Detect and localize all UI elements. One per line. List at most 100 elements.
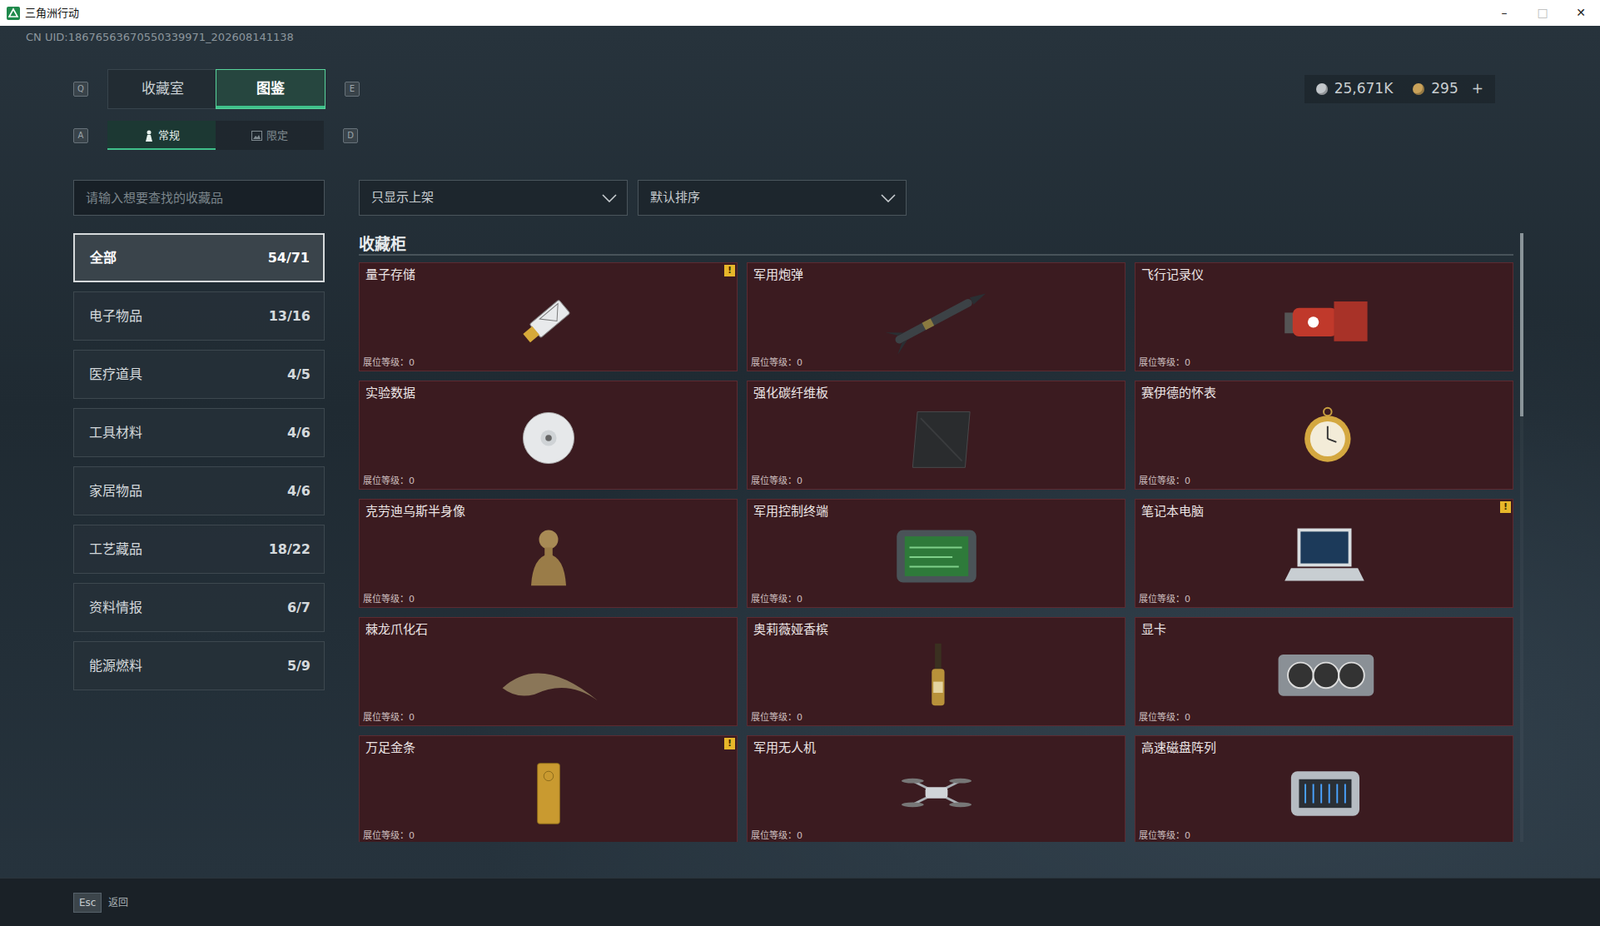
sub-tabs: A 常规 限定 D: [0, 120, 1600, 150]
category-label: 医疗道具: [89, 364, 143, 385]
app-logo-icon: [6, 6, 20, 20]
next-subtab-key[interactable]: D: [342, 128, 358, 144]
window-controls: –□✕: [1485, 0, 1600, 26]
sub-tab[interactable]: 限定: [215, 120, 324, 150]
sidebar-item[interactable]: 电子物品13/16: [73, 291, 325, 341]
item-level: 展位等级：0: [747, 829, 1125, 842]
collection-item[interactable]: 克劳迪乌斯半身像展位等级：0: [358, 498, 738, 608]
next-tab-key[interactable]: E: [344, 81, 360, 97]
item-name: 高速磁盘阵列: [1135, 735, 1513, 756]
collection-panel: 收藏柜 量子存储展位等级：0!军用炮弹展位等级：0飞行记录仪展位等级：0 实验数据…: [358, 233, 1514, 842]
category-count: 4/6: [287, 422, 311, 443]
scrollbar-thumb[interactable]: [1520, 233, 1524, 417]
collection-item[interactable]: 军用炮弹展位等级：0: [746, 262, 1126, 372]
silver-coin-icon: [1316, 83, 1328, 95]
window-title: 三角洲行动: [24, 4, 80, 22]
main-tabs: Q 收藏室 图鉴 E: [73, 69, 360, 110]
title-bar: 三角洲行动 –□✕: [0, 0, 1600, 26]
item-level: 展位等级：0: [359, 710, 737, 726]
item-name: 显卡: [1135, 617, 1513, 638]
collection-item[interactable]: 笔记本电脑展位等级：0!: [1134, 498, 1514, 608]
gold-coin-icon: [1412, 83, 1425, 95]
back-label[interactable]: 返回: [108, 894, 129, 910]
currency-amount: 295: [1431, 78, 1458, 100]
item-level: 展位等级：0: [1135, 710, 1513, 726]
warning-badge: !: [724, 737, 736, 750]
esc-key[interactable]: Esc: [73, 892, 102, 913]
collection-item[interactable]: 赛伊德的怀表展位等级：0: [1134, 380, 1514, 490]
category-count: 4/6: [287, 481, 311, 502]
bust-icon: [359, 519, 737, 593]
item-level: 展位等级：0: [1135, 474, 1513, 489]
collection-item[interactable]: 棘龙爪化石展位等级：0: [358, 616, 738, 726]
item-level: 展位等级：0: [747, 592, 1125, 607]
champagne-bottle-icon: [747, 637, 1125, 711]
search-input[interactable]: [73, 179, 325, 216]
currency-amount: 25,671K: [1334, 78, 1394, 100]
item-name: 实验数据: [359, 381, 737, 402]
control-terminal-icon: [747, 519, 1125, 593]
main-tab-row: Q 收藏室 图鉴 E 25,671K 295 +: [0, 69, 1600, 110]
sidebar-item[interactable]: 全部54/71: [73, 233, 325, 283]
sub-tab-group: 常规 限定: [107, 120, 324, 150]
disk-array-icon: [1135, 755, 1513, 830]
disc-icon: [359, 401, 737, 475]
sidebar-item[interactable]: 工艺藏品18/22: [73, 524, 325, 574]
panel-title: 收藏柜: [358, 233, 1514, 256]
collection-item[interactable]: 显卡展位等级：0: [1134, 616, 1514, 726]
figure-icon: [144, 129, 155, 142]
sub-tab-label: 常规: [158, 127, 180, 145]
item-name: 克劳迪乌斯半身像: [359, 499, 737, 520]
category-label: 电子物品: [89, 306, 143, 327]
collection-item[interactable]: 强化碳纤维板展位等级：0: [746, 380, 1126, 490]
collection-item[interactable]: 高速磁盘阵列展位等级：0: [1134, 735, 1514, 842]
sidebar-item[interactable]: 工具材料 4/6: [73, 407, 325, 458]
category-count: 5/9: [287, 655, 311, 676]
dropdown-value: 默认排序: [650, 188, 701, 208]
item-level: 展位等级：0: [1135, 592, 1513, 607]
item-level: 展位等级：0: [747, 356, 1125, 371]
collection-item[interactable]: 量子存储展位等级：0!: [358, 262, 738, 372]
item-level: 展位等级：0: [359, 356, 737, 371]
close-button[interactable]: ✕: [1561, 0, 1600, 26]
prev-subtab-key[interactable]: A: [73, 128, 89, 144]
flight-recorder-icon: [1135, 283, 1513, 357]
item-name: 奥莉薇娅香槟: [747, 617, 1125, 638]
sub-tab[interactable]: 常规: [107, 120, 216, 150]
collection-item[interactable]: 军用控制终端展位等级：0: [746, 498, 1126, 608]
main-tab[interactable]: 图鉴: [216, 69, 325, 109]
usb-drive-icon: [359, 283, 737, 357]
item-name: 笔记本电脑: [1135, 499, 1513, 520]
category-list: 全部54/71电子物品13/16医疗道具4/5工具材料4/6家居物品4/6工艺藏…: [73, 233, 325, 842]
minimize-button[interactable]: –: [1485, 0, 1524, 26]
collection-item[interactable]: 飞行记录仪展位等级：0: [1134, 262, 1514, 372]
main-tab-label: 收藏室: [141, 78, 184, 100]
category-label: 工具材料: [89, 422, 143, 443]
pocket-watch-icon: [1135, 401, 1513, 475]
item-name: 万足金条: [359, 735, 737, 756]
prev-tab-key[interactable]: Q: [73, 81, 89, 97]
sidebar-item[interactable]: 能源燃料5/9: [73, 640, 325, 691]
collection-item[interactable]: 万足金条展位等级：0!: [358, 735, 738, 842]
drone-icon: [747, 755, 1125, 830]
item-level: 展位等级：0: [747, 710, 1125, 726]
item-name: 军用控制终端: [747, 499, 1125, 520]
sub-tab-label: 限定: [266, 127, 289, 145]
sidebar-item[interactable]: 家居物品4/6: [73, 466, 325, 516]
collection-item[interactable]: 奥莉薇娅香槟展位等级：0: [746, 616, 1126, 726]
sort-dropdown[interactable]: 默认排序: [637, 179, 907, 216]
currency-bar: 25,671K 295 +: [1304, 74, 1496, 104]
warning-badge: !: [724, 264, 736, 277]
scrollbar[interactable]: [1520, 233, 1524, 842]
sidebar-item[interactable]: 资料情报6/7: [73, 582, 325, 632]
category-count: 54/71: [268, 248, 310, 269]
carbon-plate-icon: [747, 401, 1125, 475]
collection-item[interactable]: 实验数据展位等级：0: [358, 380, 738, 490]
add-currency-button[interactable]: +: [1471, 78, 1484, 100]
main-tab[interactable]: 收藏室: [108, 69, 217, 109]
sidebar-item[interactable]: 医疗道具4/5: [73, 349, 325, 399]
item-level: 展位等级：0: [359, 592, 737, 607]
shelf-filter-dropdown[interactable]: 只显示上架: [358, 179, 628, 216]
item-name: 军用无人机: [747, 735, 1125, 756]
collection-item[interactable]: 军用无人机展位等级：0: [746, 735, 1126, 842]
